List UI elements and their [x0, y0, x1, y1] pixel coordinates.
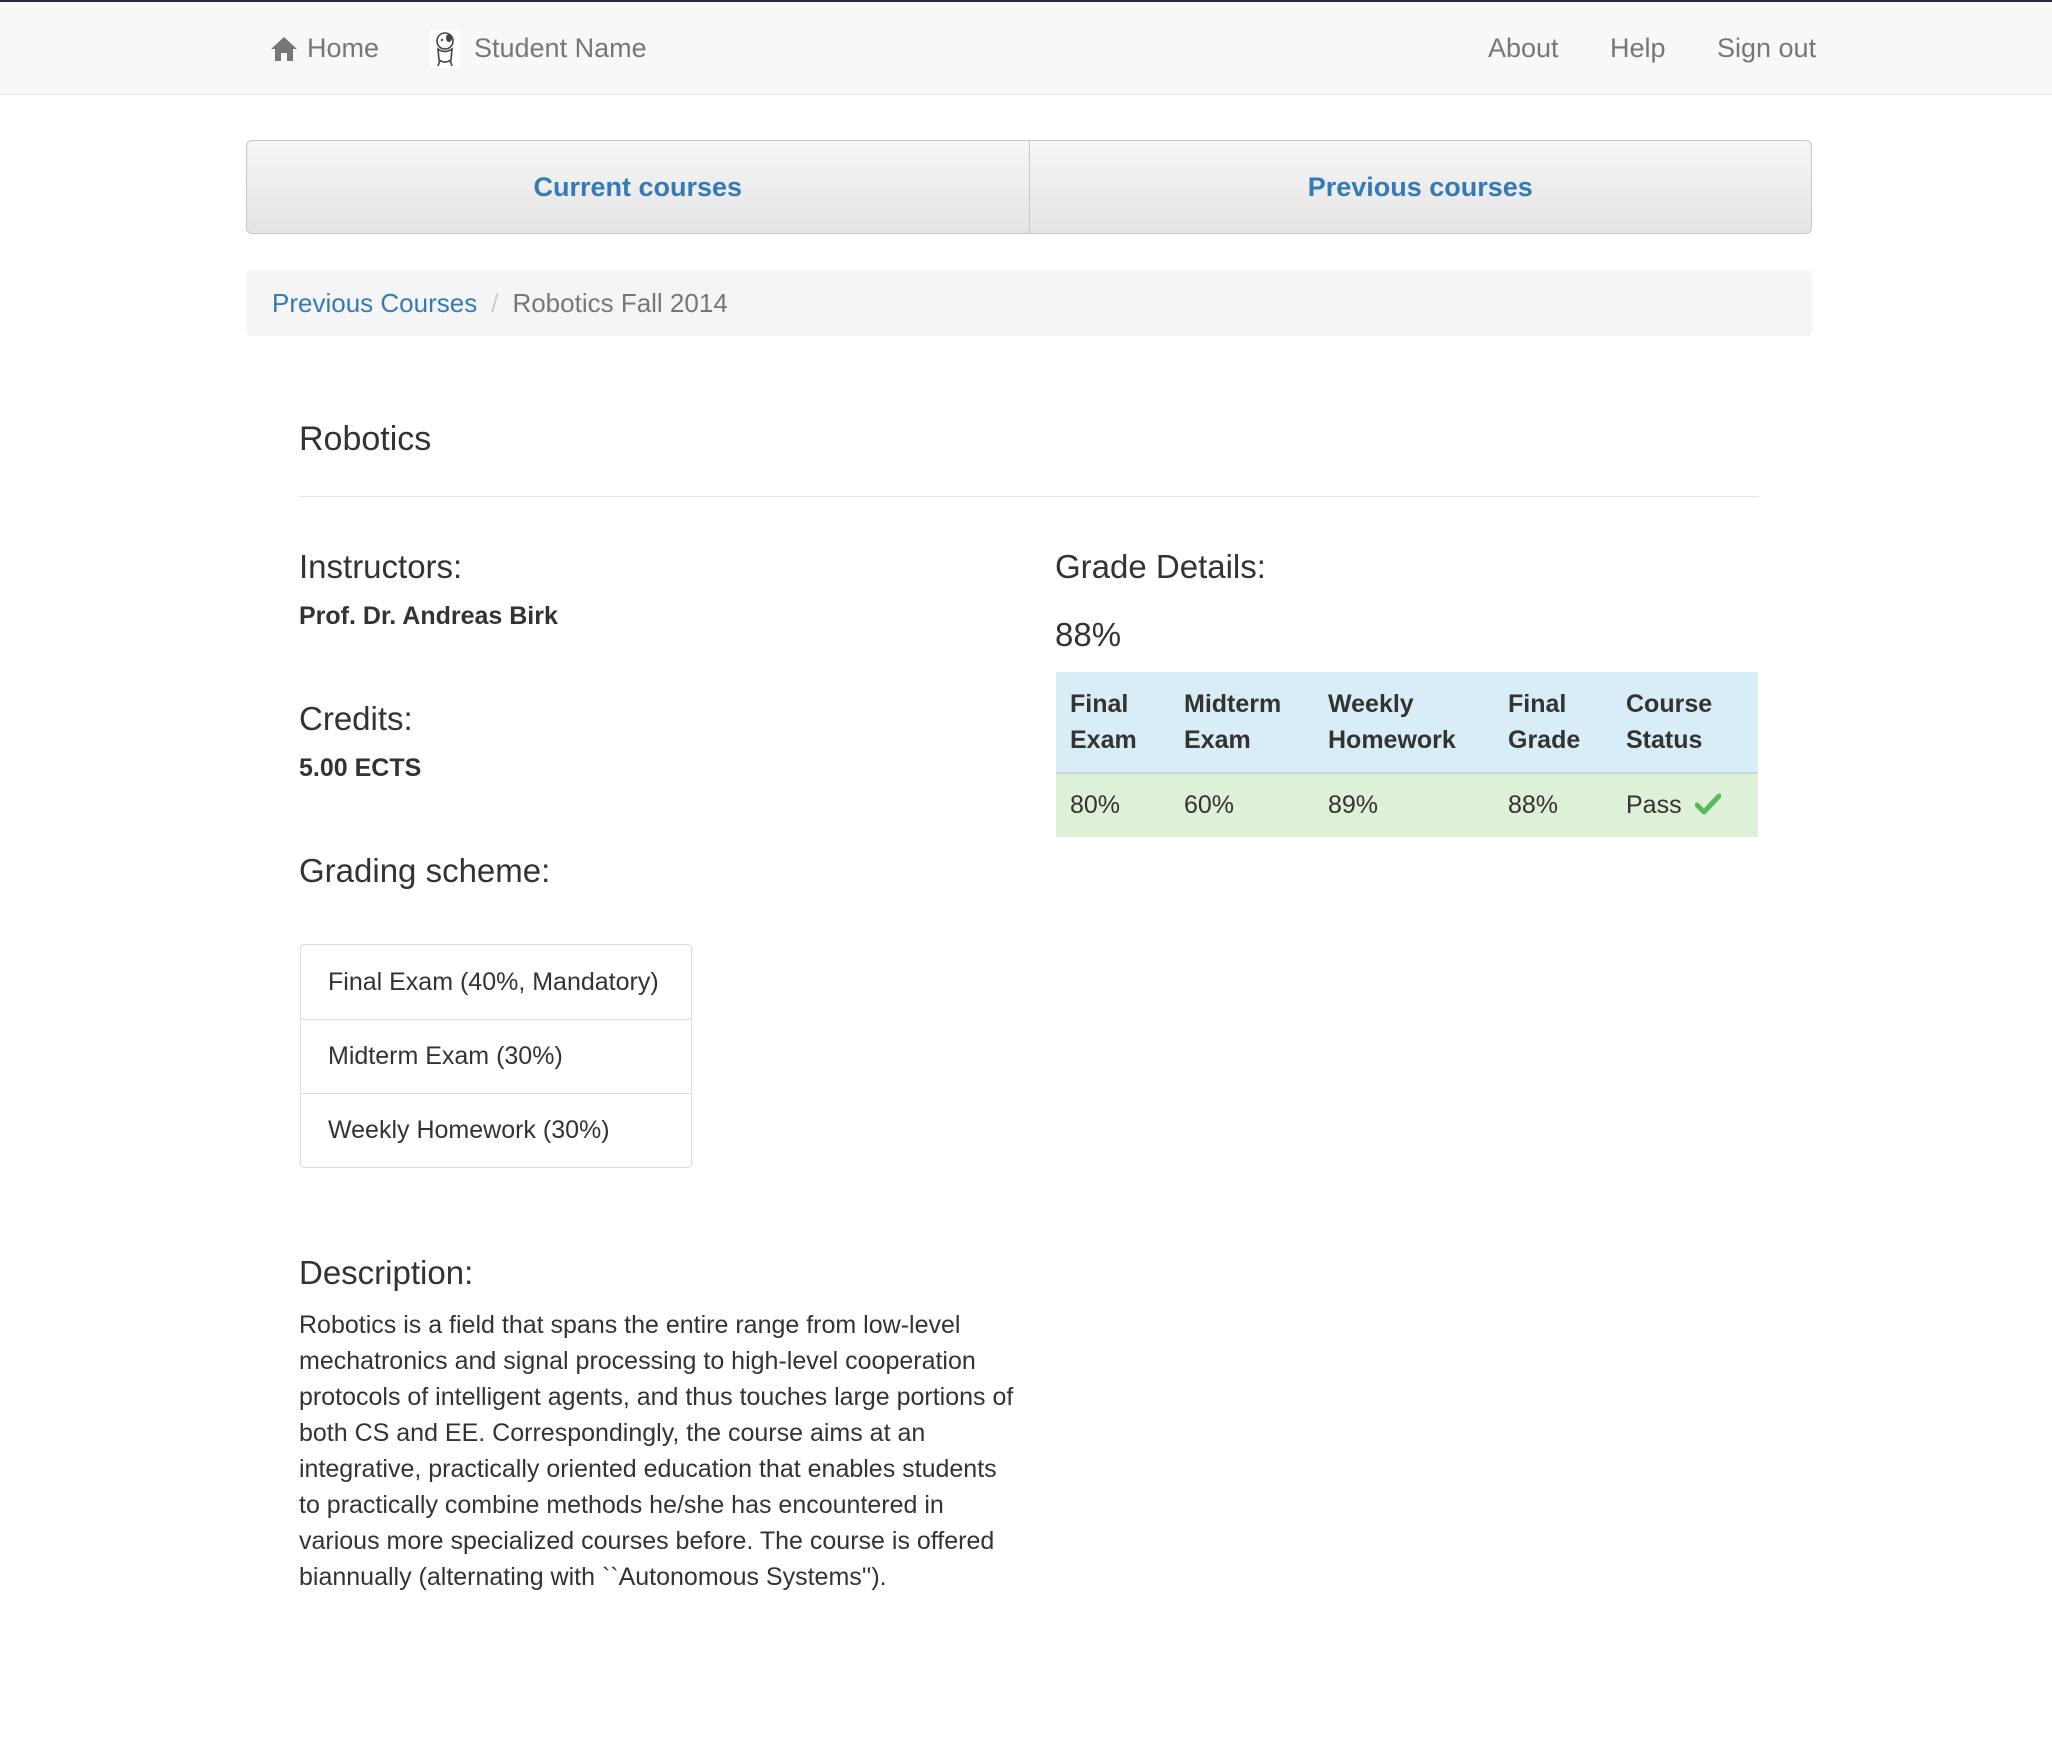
nav-student-name: Student Name	[474, 33, 647, 63]
grading-scheme-heading: Grading scheme:	[299, 852, 551, 889]
grade-table: Final Exam Midterm Exam Weekly Homework Fin…	[1056, 672, 1758, 837]
course-description: Robotics is a field that spans the entir…	[299, 1311, 1014, 1591]
col-midterm-exam: Midterm Exam	[1170, 672, 1314, 774]
tab-previous-courses[interactable]: Previous courses	[1028, 141, 1812, 233]
page-title: Robotics	[299, 420, 432, 458]
breadcrumb-previous-courses[interactable]: Previous Courses	[272, 288, 477, 319]
grading-item-final-exam: Final Exam (40%, Mandatory)	[328, 967, 659, 996]
description-heading: Description:	[299, 1254, 474, 1291]
breadcrumb-separator: /	[491, 287, 499, 318]
course-tabs: Current courses Previous courses	[246, 140, 1812, 234]
course-status-label: Pass	[1626, 791, 1682, 819]
checkmark-icon	[1694, 793, 1721, 815]
grading-item-weekly-homework: Weekly Homework (30%)	[301, 1093, 691, 1167]
col-course-status: Course Status	[1612, 672, 1758, 774]
instructors-heading: Instructors:	[299, 548, 463, 585]
home-icon	[271, 36, 297, 61]
cell-weekly-homework: 89%	[1314, 773, 1494, 837]
breadcrumb: Previous Courses / Robotics Fall 2014	[246, 270, 1812, 336]
cell-final-exam: 80%	[1056, 773, 1170, 837]
nav-home-link[interactable]: Home	[270, 2, 379, 95]
nav-help-link[interactable]: Help	[1610, 2, 1666, 95]
col-weekly-homework: Weekly Homework	[1314, 672, 1494, 774]
cell-midterm-exam: 60%	[1170, 773, 1314, 837]
grade-table-header: Final Exam Midterm Exam Weekly Homework Fin…	[1056, 672, 1758, 774]
instructors-value: Prof. Dr. Andreas Birk	[299, 602, 558, 630]
tab-current-courses[interactable]: Current courses	[247, 141, 1029, 233]
top-navbar: Home Student Name About Help Sign out	[0, 0, 2052, 95]
cell-final-grade: 88%	[1494, 773, 1612, 837]
credits-heading: Credits:	[299, 700, 413, 737]
title-divider	[299, 496, 1759, 497]
breadcrumb-current: Robotics Fall 2014	[512, 287, 728, 318]
nav-signout-link[interactable]: Sign out	[1717, 2, 1816, 95]
credits-value: 5.00 ECTS	[299, 754, 422, 782]
col-final-grade: Final Grade	[1494, 672, 1612, 774]
nav-home-label: Home	[307, 33, 380, 63]
avatar-icon	[430, 29, 460, 68]
grade-details-heading: Grade Details:	[1055, 548, 1266, 585]
cell-course-status: Pass	[1612, 773, 1758, 837]
grading-item-midterm-exam: Midterm Exam (30%)	[301, 1019, 691, 1093]
table-row: 80% 60% 89% 88% Pass	[1056, 773, 1758, 837]
nav-student-link[interactable]: Student Name	[430, 2, 647, 95]
col-final-exam: Final Exam	[1056, 672, 1170, 774]
overall-grade: 88%	[1055, 616, 1122, 653]
nav-about-link[interactable]: About	[1488, 2, 1559, 95]
grading-scheme-list: Final Exam (40%, Mandatory) Midterm Exam…	[300, 944, 692, 1168]
